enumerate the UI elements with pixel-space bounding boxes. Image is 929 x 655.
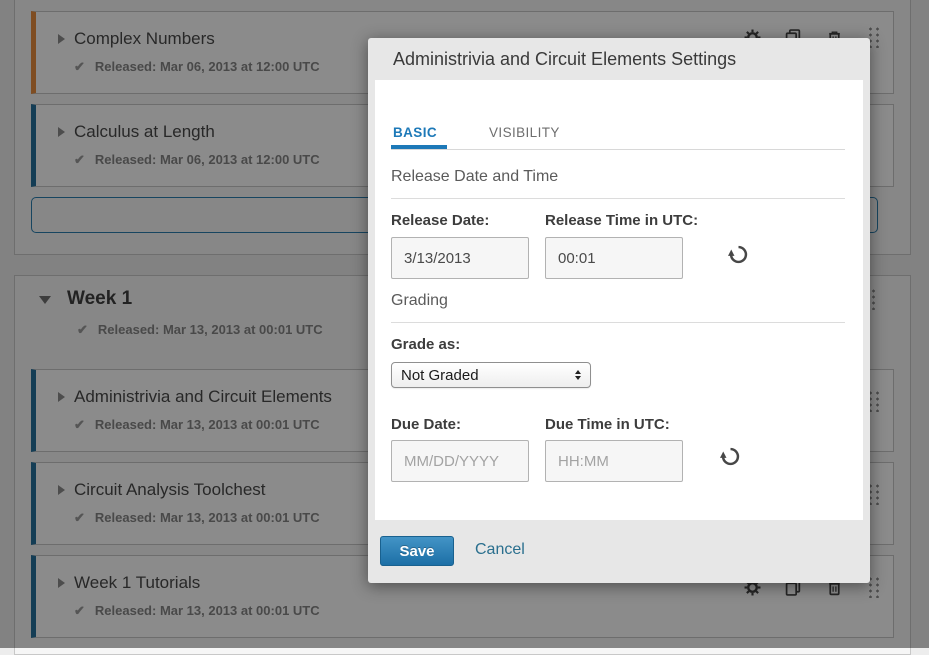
select-arrows-icon [575, 370, 581, 380]
release-date-input[interactable] [391, 237, 529, 279]
release-section-heading: Release Date and Time [391, 168, 845, 199]
due-date-input[interactable] [391, 440, 529, 482]
grade-as-select[interactable]: Not Graded [391, 362, 591, 388]
grade-as-label: Grade as: [391, 336, 460, 353]
due-date-label: Due Date: [391, 416, 461, 433]
modal-body: BASIC VISIBILITY Release Date and Time R… [375, 80, 863, 520]
tab-basic[interactable]: BASIC [391, 125, 447, 149]
modal-title: Administrivia and Circuit Elements Setti… [393, 49, 736, 70]
release-date-label: Release Date: [391, 212, 489, 229]
reset-icon[interactable] [719, 446, 741, 468]
modal-tabs: BASIC VISIBILITY [391, 120, 845, 150]
release-time-label: Release Time in UTC: [545, 212, 698, 229]
release-time-input[interactable] [545, 237, 683, 279]
cancel-link[interactable]: Cancel [475, 541, 525, 559]
reset-icon[interactable] [727, 244, 749, 266]
grading-section-heading: Grading [391, 292, 845, 323]
due-time-label: Due Time in UTC: [545, 416, 670, 433]
save-button[interactable]: Save [380, 536, 454, 566]
grade-as-value: Not Graded [401, 367, 479, 384]
due-time-input[interactable] [545, 440, 683, 482]
settings-modal: Administrivia and Circuit Elements Setti… [368, 38, 870, 583]
tab-visibility[interactable]: VISIBILITY [487, 125, 570, 149]
